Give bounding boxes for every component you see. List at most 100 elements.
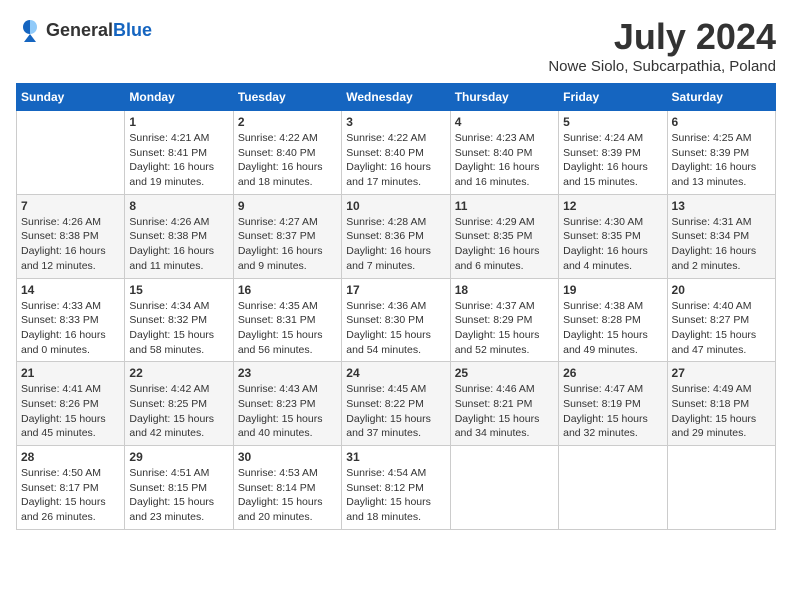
day-number: 24 [346, 366, 445, 380]
calendar-cell: 24 Sunrise: 4:45 AM Sunset: 8:22 PM Dayli… [342, 362, 450, 446]
day-number: 25 [455, 366, 554, 380]
day-number: 13 [672, 199, 771, 213]
calendar-body: 1 Sunrise: 4:21 AM Sunset: 8:41 PM Daylig… [17, 111, 776, 530]
day-info: Sunrise: 4:43 AM Sunset: 8:23 PM Dayligh… [238, 382, 337, 441]
col-saturday: Saturday [667, 84, 775, 111]
calendar-cell: 5 Sunrise: 4:24 AM Sunset: 8:39 PM Daylig… [559, 111, 667, 195]
day-info: Sunrise: 4:26 AM Sunset: 8:38 PM Dayligh… [21, 215, 120, 274]
day-number: 11 [455, 199, 554, 213]
day-info: Sunrise: 4:51 AM Sunset: 8:15 PM Dayligh… [129, 466, 228, 525]
calendar-cell [450, 446, 558, 530]
day-info: Sunrise: 4:35 AM Sunset: 8:31 PM Dayligh… [238, 299, 337, 358]
day-number: 27 [672, 366, 771, 380]
col-sunday: Sunday [17, 84, 125, 111]
day-number: 18 [455, 283, 554, 297]
calendar-cell: 29 Sunrise: 4:51 AM Sunset: 8:15 PM Dayli… [125, 446, 233, 530]
day-number: 12 [563, 199, 662, 213]
day-info: Sunrise: 4:22 AM Sunset: 8:40 PM Dayligh… [346, 131, 445, 190]
day-number: 16 [238, 283, 337, 297]
day-info: Sunrise: 4:53 AM Sunset: 8:14 PM Dayligh… [238, 466, 337, 525]
day-info: Sunrise: 4:45 AM Sunset: 8:22 PM Dayligh… [346, 382, 445, 441]
calendar-cell: 17Sunrise: 4:36 AM Sunset: 8:30 PM Dayli… [342, 278, 450, 362]
calendar-cell: 18Sunrise: 4:37 AM Sunset: 8:29 PM Dayli… [450, 278, 558, 362]
calendar-cell: 23 Sunrise: 4:43 AM Sunset: 8:23 PM Dayli… [233, 362, 341, 446]
calendar-header: Sunday Monday Tuesday Wednesday Thursday… [17, 84, 776, 111]
calendar-cell: 7 Sunrise: 4:26 AM Sunset: 8:38 PM Daylig… [17, 194, 125, 278]
day-number: 26 [563, 366, 662, 380]
day-number: 2 [238, 115, 337, 129]
day-info: Sunrise: 4:40 AM Sunset: 8:27 PM Dayligh… [672, 299, 771, 358]
day-number: 10 [346, 199, 445, 213]
day-info: Sunrise: 4:29 AM Sunset: 8:35 PM Dayligh… [455, 215, 554, 274]
calendar-cell: 15 Sunrise: 4:34 AM Sunset: 8:32 PM Dayli… [125, 278, 233, 362]
calendar-cell: 22Sunrise: 4:42 AM Sunset: 8:25 PM Dayli… [125, 362, 233, 446]
calendar-cell: 6Sunrise: 4:25 AM Sunset: 8:39 PM Daylig… [667, 111, 775, 195]
calendar-cell: 26 Sunrise: 4:47 AM Sunset: 8:19 PM Dayli… [559, 362, 667, 446]
day-info: Sunrise: 4:24 AM Sunset: 8:39 PM Dayligh… [563, 131, 662, 190]
day-info: Sunrise: 4:34 AM Sunset: 8:32 PM Dayligh… [129, 299, 228, 358]
day-info: Sunrise: 4:27 AM Sunset: 8:37 PM Dayligh… [238, 215, 337, 274]
calendar-cell [559, 446, 667, 530]
day-number: 5 [563, 115, 662, 129]
calendar-week-2: 7 Sunrise: 4:26 AM Sunset: 8:38 PM Daylig… [17, 194, 776, 278]
calendar-table: Sunday Monday Tuesday Wednesday Thursday… [16, 83, 776, 530]
day-number: 4 [455, 115, 554, 129]
day-number: 1 [129, 115, 228, 129]
calendar-cell: 11 Sunrise: 4:29 AM Sunset: 8:35 PM Dayli… [450, 194, 558, 278]
calendar-cell: 20Sunrise: 4:40 AM Sunset: 8:27 PM Dayli… [667, 278, 775, 362]
calendar-week-1: 1 Sunrise: 4:21 AM Sunset: 8:41 PM Daylig… [17, 111, 776, 195]
logo-text-general: General [46, 20, 113, 40]
calendar-cell: 10Sunrise: 4:28 AM Sunset: 8:36 PM Dayli… [342, 194, 450, 278]
calendar-cell: 30 Sunrise: 4:53 AM Sunset: 8:14 PM Dayli… [233, 446, 341, 530]
day-number: 23 [238, 366, 337, 380]
day-number: 15 [129, 283, 228, 297]
header-row: Sunday Monday Tuesday Wednesday Thursday… [17, 84, 776, 111]
day-info: Sunrise: 4:46 AM Sunset: 8:21 PM Dayligh… [455, 382, 554, 441]
day-number: 31 [346, 450, 445, 464]
calendar-week-5: 28 Sunrise: 4:50 AM Sunset: 8:17 PM Dayli… [17, 446, 776, 530]
day-info: Sunrise: 4:31 AM Sunset: 8:34 PM Dayligh… [672, 215, 771, 274]
day-info: Sunrise: 4:38 AM Sunset: 8:28 PM Dayligh… [563, 299, 662, 358]
calendar-week-4: 21Sunrise: 4:41 AM Sunset: 8:26 PM Dayli… [17, 362, 776, 446]
calendar-cell: 14 Sunrise: 4:33 AM Sunset: 8:33 PM Dayli… [17, 278, 125, 362]
calendar-cell: 9 Sunrise: 4:27 AM Sunset: 8:37 PM Daylig… [233, 194, 341, 278]
col-monday: Monday [125, 84, 233, 111]
day-number: 8 [129, 199, 228, 213]
col-tuesday: Tuesday [233, 84, 341, 111]
month-title: July 2024 [548, 16, 776, 58]
col-wednesday: Wednesday [342, 84, 450, 111]
day-info: Sunrise: 4:41 AM Sunset: 8:26 PM Dayligh… [21, 382, 120, 441]
day-info: Sunrise: 4:25 AM Sunset: 8:39 PM Dayligh… [672, 131, 771, 190]
day-info: Sunrise: 4:33 AM Sunset: 8:33 PM Dayligh… [21, 299, 120, 358]
calendar-cell: 31 Sunrise: 4:54 AM Sunset: 8:12 PM Dayli… [342, 446, 450, 530]
day-number: 19 [563, 283, 662, 297]
day-info: Sunrise: 4:50 AM Sunset: 8:17 PM Dayligh… [21, 466, 120, 525]
calendar-cell: 13 Sunrise: 4:31 AM Sunset: 8:34 PM Dayli… [667, 194, 775, 278]
calendar-cell: 21Sunrise: 4:41 AM Sunset: 8:26 PM Dayli… [17, 362, 125, 446]
day-info: Sunrise: 4:54 AM Sunset: 8:12 PM Dayligh… [346, 466, 445, 525]
day-info: Sunrise: 4:22 AM Sunset: 8:40 PM Dayligh… [238, 131, 337, 190]
page-header: GeneralBlue July 2024 Nowe Siolo, Subcar… [16, 16, 776, 75]
calendar-cell: 25 Sunrise: 4:46 AM Sunset: 8:21 PM Dayli… [450, 362, 558, 446]
calendar-cell: 2 Sunrise: 4:22 AM Sunset: 8:40 PM Daylig… [233, 111, 341, 195]
location: Nowe Siolo, Subcarpathia, Poland [548, 58, 776, 75]
calendar-cell: 12 Sunrise: 4:30 AM Sunset: 8:35 PM Dayli… [559, 194, 667, 278]
day-info: Sunrise: 4:30 AM Sunset: 8:35 PM Dayligh… [563, 215, 662, 274]
day-info: Sunrise: 4:23 AM Sunset: 8:40 PM Dayligh… [455, 131, 554, 190]
calendar-cell: 19 Sunrise: 4:38 AM Sunset: 8:28 PM Dayli… [559, 278, 667, 362]
calendar-cell: 3Sunrise: 4:22 AM Sunset: 8:40 PM Daylig… [342, 111, 450, 195]
day-number: 7 [21, 199, 120, 213]
day-number: 29 [129, 450, 228, 464]
calendar-cell: 27 Sunrise: 4:49 AM Sunset: 8:18 PM Dayli… [667, 362, 775, 446]
day-number: 14 [21, 283, 120, 297]
day-info: Sunrise: 4:26 AM Sunset: 8:38 PM Dayligh… [129, 215, 228, 274]
day-number: 28 [21, 450, 120, 464]
day-info: Sunrise: 4:49 AM Sunset: 8:18 PM Dayligh… [672, 382, 771, 441]
day-info: Sunrise: 4:47 AM Sunset: 8:19 PM Dayligh… [563, 382, 662, 441]
day-info: Sunrise: 4:36 AM Sunset: 8:30 PM Dayligh… [346, 299, 445, 358]
day-number: 9 [238, 199, 337, 213]
logo: GeneralBlue [16, 16, 152, 44]
day-number: 30 [238, 450, 337, 464]
calendar-cell: 8 Sunrise: 4:26 AM Sunset: 8:38 PM Daylig… [125, 194, 233, 278]
day-info: Sunrise: 4:21 AM Sunset: 8:41 PM Dayligh… [129, 131, 228, 190]
